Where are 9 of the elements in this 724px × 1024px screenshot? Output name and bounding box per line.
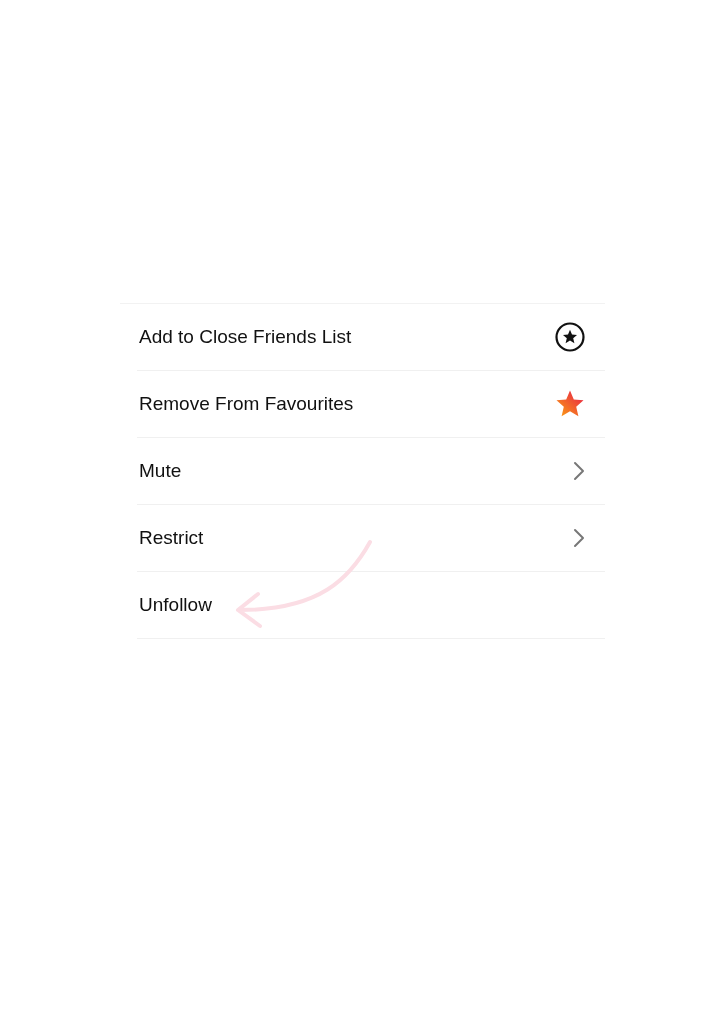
- star-circle-icon: [555, 322, 585, 352]
- menu-item[interactable]: Mute: [137, 438, 605, 505]
- menu-item[interactable]: Unfollow: [137, 572, 605, 639]
- chevron-right-icon: [573, 461, 585, 481]
- menu-item[interactable]: Remove From Favourites: [137, 371, 605, 438]
- menu-item[interactable]: Restrict: [137, 505, 605, 572]
- star-icon: [555, 389, 585, 419]
- chevron-right-icon: [573, 528, 585, 548]
- menu-item[interactable]: Add to Close Friends List: [137, 304, 605, 371]
